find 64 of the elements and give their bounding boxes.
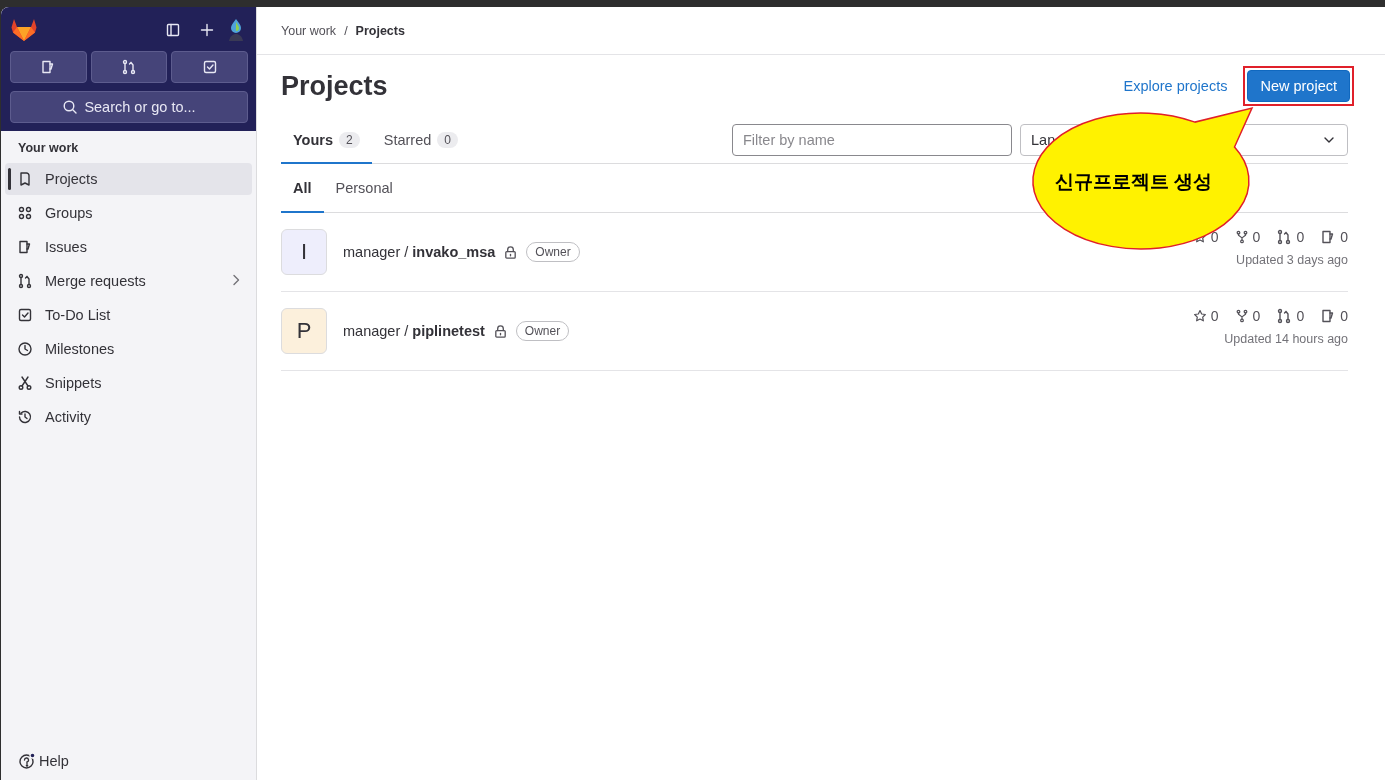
help-icon[interactable] — [18, 752, 36, 770]
project-avatar[interactable]: I — [281, 229, 327, 275]
merge-request-icon — [1276, 308, 1293, 324]
checkbox-icon — [17, 307, 33, 323]
breadcrumb-current: Projects — [355, 23, 405, 38]
tab[interactable]: Yours 2 — [281, 117, 372, 164]
updated-label: Updated 3 days ago — [1236, 253, 1348, 267]
nav-item[interactable]: Activity — [5, 401, 252, 433]
merge-request-icon — [121, 59, 137, 75]
add-icon — [199, 22, 215, 38]
nav-item[interactable]: Merge requests — [5, 265, 252, 297]
issues-button[interactable] — [10, 51, 87, 83]
groups-icon — [17, 205, 33, 221]
count-label: 0 — [1210, 308, 1219, 324]
search-icon — [62, 99, 79, 115]
nav-item[interactable]: Projects — [5, 163, 252, 195]
checkbox-icon — [201, 59, 218, 75]
section-title: Your work — [17, 140, 80, 157]
nav-item[interactable]: Issues — [5, 231, 252, 263]
star-icon — [1192, 309, 1207, 323]
fork-icon — [1234, 230, 1249, 244]
count-label: 0 — [1340, 229, 1348, 245]
tab[interactable]: Personal — [323, 164, 405, 213]
bookmark-icon — [17, 171, 33, 187]
project-name-link[interactable]: manager / piplinetest — [343, 323, 485, 339]
updated-label: Updated 14 hours ago — [1224, 332, 1348, 346]
annotation-text: 신규프로젝트 생성 — [1055, 170, 1213, 194]
count-label: 0 — [1296, 308, 1305, 324]
help-link[interactable]: Help — [39, 753, 69, 769]
panel-icon — [165, 22, 181, 38]
todo-button[interactable] — [171, 51, 248, 83]
filter-field[interactable]: Filter by name — [732, 124, 1012, 156]
issue-icon — [17, 239, 33, 255]
nav-item[interactable]: Groups — [5, 197, 252, 229]
count-label: 0 — [1210, 229, 1219, 245]
nav-item[interactable]: Snippets — [5, 367, 252, 399]
tab[interactable]: Starred 0 — [371, 117, 470, 164]
lock-icon — [503, 244, 519, 260]
count-label: 0 — [1252, 229, 1261, 245]
breadcrumb-link[interactable]: Your work — [281, 23, 337, 38]
project-name-link[interactable]: manager / invako_msa — [343, 244, 496, 260]
search-button[interactable]: Search or go to... — [10, 91, 248, 123]
merge-requests-button[interactable] — [90, 51, 168, 83]
tab[interactable]: All — [281, 164, 324, 213]
lock-icon — [492, 323, 508, 339]
nav-item[interactable]: To-Do List — [5, 299, 252, 331]
project-avatar[interactable]: P — [281, 308, 327, 354]
count-label: 0 — [1296, 229, 1305, 245]
merge-request-icon — [1276, 229, 1293, 245]
count-label: 0 — [1340, 308, 1348, 324]
count-badge: 0 — [437, 131, 458, 148]
new-project-button[interactable]: New project — [1247, 70, 1350, 102]
fox-logo[interactable] — [10, 17, 38, 43]
breadcrumb-separator: / — [344, 23, 348, 38]
clock-icon — [17, 341, 33, 357]
count-badge: 2 — [339, 131, 360, 148]
scissors-icon — [17, 375, 33, 391]
fork-icon — [1234, 309, 1249, 323]
nav-item[interactable]: Milestones — [5, 333, 252, 365]
page-title: Projects — [281, 70, 389, 102]
count-label: 0 — [1252, 308, 1261, 324]
merge-request-icon — [17, 273, 33, 289]
history-icon — [17, 409, 33, 425]
explore-projects-link[interactable]: Explore projects — [1123, 78, 1228, 94]
